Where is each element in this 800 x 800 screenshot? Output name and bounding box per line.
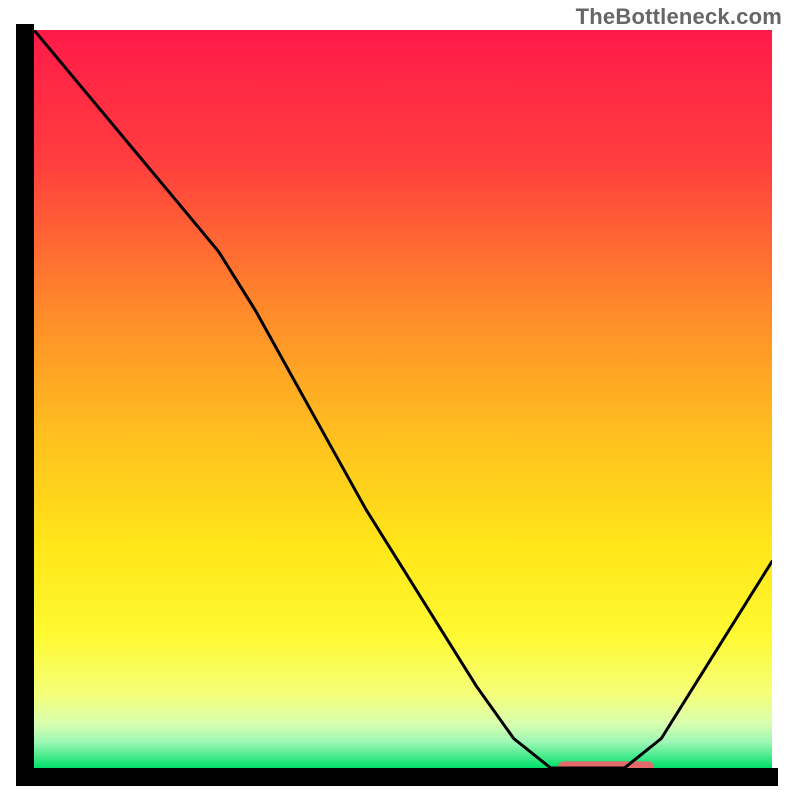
bottleneck-chart — [0, 0, 800, 800]
chart-container: TheBottleneck.com — [0, 0, 800, 800]
watermark-text: TheBottleneck.com — [576, 4, 782, 30]
gradient-background — [34, 30, 772, 768]
